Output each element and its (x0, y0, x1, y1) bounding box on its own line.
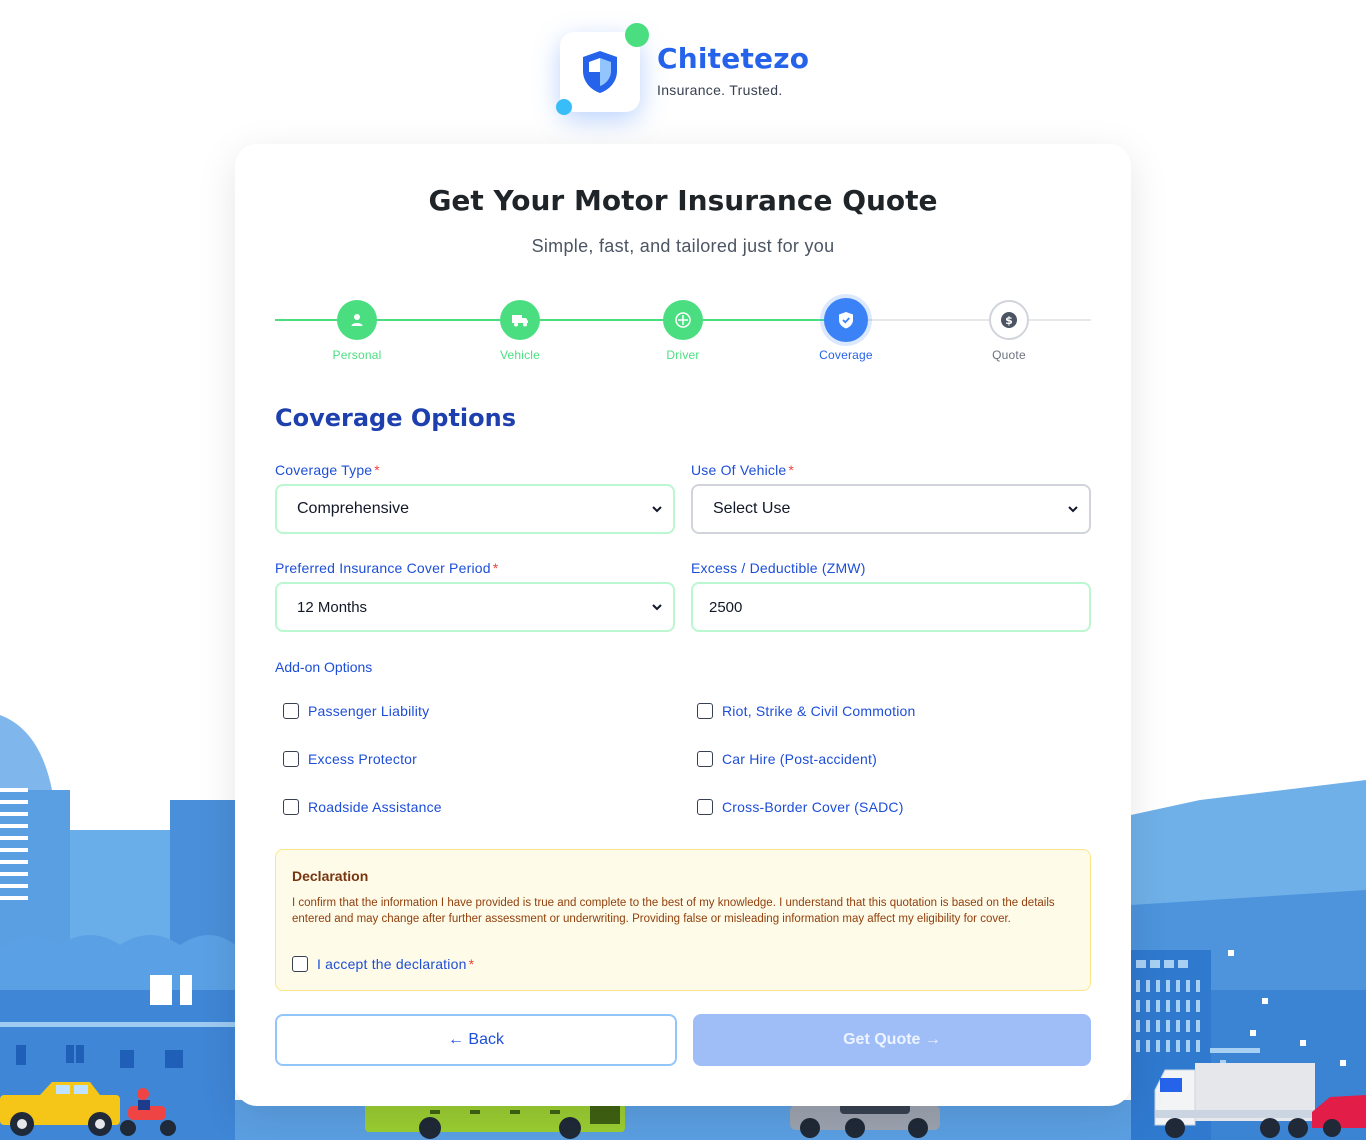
step-coverage[interactable]: Coverage (786, 298, 906, 362)
logo-accent-dot (556, 99, 572, 115)
brand-tagline: Insurance. Trusted. (657, 82, 783, 98)
excess-value: 2500 (709, 598, 743, 616)
addon-excess-protector[interactable]: Excess Protector (283, 751, 417, 767)
checkbox[interactable] (283, 703, 299, 719)
step-label: Coverage (819, 348, 873, 362)
step-label: Vehicle (499, 348, 541, 362)
brand-name: Chitetezo (657, 42, 810, 75)
step-label: Personal (332, 348, 382, 362)
step-driver[interactable]: Driver (623, 300, 743, 362)
accept-declaration-checkbox[interactable]: I accept the declaration * (292, 956, 474, 972)
addon-passenger-liability[interactable]: Passenger Liability (283, 703, 429, 719)
quote-form-card: Get Your Motor Insurance Quote Simple, f… (235, 144, 1131, 1106)
logo-accent-dot (625, 23, 649, 47)
coverage-type-select[interactable]: Comprehensive (275, 484, 675, 534)
declaration-box: Declaration I confirm that the informati… (275, 849, 1091, 991)
use-of-vehicle-label: Use Of Vehicle * (691, 462, 795, 478)
checkbox[interactable] (283, 799, 299, 815)
addon-cross-border[interactable]: Cross-Border Cover (SADC) (697, 799, 904, 815)
cover-period-value: 12 Months (297, 598, 368, 616)
addon-car-hire[interactable]: Car Hire (Post-accident) (697, 751, 877, 767)
cover-period-label: Preferred Insurance Cover Period * (275, 560, 499, 576)
step-label: Driver (666, 348, 700, 362)
step-vehicle[interactable]: Vehicle (460, 300, 580, 362)
coverage-type-label: Coverage Type * (275, 462, 380, 478)
section-title: Coverage Options (275, 404, 517, 432)
addon-roadside-assistance[interactable]: Roadside Assistance (283, 799, 442, 815)
shield-logo-icon (560, 32, 640, 112)
checkbox[interactable] (697, 799, 713, 815)
chevron-down-icon (652, 604, 662, 611)
back-button[interactable]: ← Back (275, 1014, 677, 1066)
person-icon (337, 300, 377, 340)
brand-logo[interactable]: Chitetezo Insurance. Trusted. (556, 23, 820, 118)
addon-riot-strike[interactable]: Riot, Strike & Civil Commotion (697, 703, 916, 719)
step-quote[interactable]: $ Quote (949, 300, 1069, 362)
checkbox[interactable] (283, 751, 299, 767)
cover-period-select[interactable]: 12 Months (275, 582, 675, 632)
step-personal[interactable]: Personal (297, 300, 417, 362)
get-quote-button[interactable]: Get Quote → (693, 1014, 1091, 1066)
progress-stepper: Personal Vehicle Driver Coverage $ Quote (275, 298, 1091, 370)
use-of-vehicle-select[interactable]: Select Use (691, 484, 1091, 534)
checkbox[interactable] (697, 703, 713, 719)
declaration-title: Declaration (292, 868, 369, 884)
truck-icon (500, 300, 540, 340)
page-subtitle: Simple, fast, and tailored just for you (531, 236, 835, 256)
step-label: Quote (992, 348, 1026, 362)
chevron-down-icon (1068, 506, 1078, 513)
checkbox[interactable] (697, 751, 713, 767)
excess-label: Excess / Deductible (ZMW) (691, 560, 866, 576)
page-title: Get Your Motor Insurance Quote (428, 184, 938, 217)
addon-options-title: Add-on Options (275, 659, 373, 675)
chevron-down-icon (652, 506, 662, 513)
checkbox[interactable] (292, 956, 308, 972)
steering-wheel-icon (663, 300, 703, 340)
excess-input[interactable]: 2500 (691, 582, 1091, 632)
declaration-text: I confirm that the information I have pr… (292, 897, 1055, 925)
coverage-type-value: Comprehensive (297, 500, 410, 517)
dollar-icon: $ (989, 300, 1029, 340)
svg-text:$: $ (1005, 314, 1013, 327)
use-of-vehicle-value: Select Use (713, 500, 791, 517)
shield-check-icon (824, 298, 868, 342)
